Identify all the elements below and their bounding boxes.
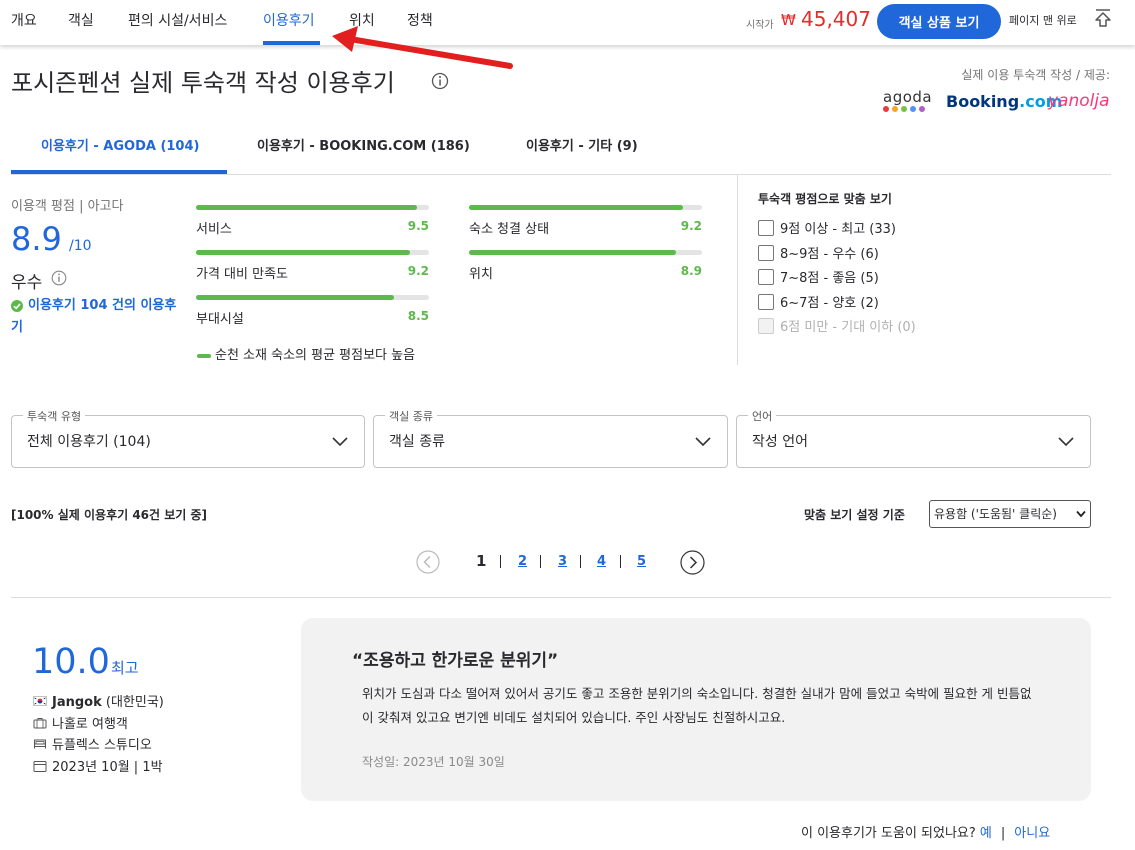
review-body: 위치가 도심과 다소 떨어져 있어서 공기도 좋고 조용한 분위기의 숙소입니다… [362, 686, 1032, 725]
tab-rooms[interactable]: 객실 [68, 10, 94, 30]
checkbox[interactable] [758, 219, 774, 236]
separator [540, 555, 541, 568]
provider-label: 실제 이용 투숙객 작성 / 제공: [961, 68, 1110, 82]
select-legend: 언어 [748, 408, 777, 424]
annotation-arrow-icon [332, 26, 513, 69]
separator: | [1000, 826, 1006, 841]
separator [500, 555, 501, 568]
divider [11, 174, 1111, 175]
divider [11, 597, 1111, 598]
page-link[interactable]: 2 [518, 554, 527, 569]
checkbox [758, 317, 774, 334]
active-tab-indicator [263, 41, 320, 45]
language-select[interactable]: 언어 작성 언어 [736, 408, 1091, 468]
checkbox[interactable] [758, 293, 774, 310]
score-filter-6to7[interactable]: 6~7점 - 양호 (2) [758, 292, 879, 312]
tab-overview[interactable]: 개요 [11, 10, 37, 30]
suitcase-icon [33, 717, 47, 728]
info-icon[interactable] [51, 270, 67, 286]
review-score: 10.0 [32, 642, 110, 682]
review-card: “조용하고 한가로운 분위기” 위치가 도심과 다소 떨어져 있어서 공기도 좋… [301, 618, 1091, 801]
agoda-logo: agoda [883, 88, 932, 112]
separator [580, 555, 581, 568]
divider [737, 175, 738, 365]
tab-facilities[interactable]: 편의 시설/서비스 [128, 10, 227, 30]
next-page-icon[interactable] [680, 550, 705, 575]
chevron-down-icon [695, 437, 711, 447]
score-source-label: 이용객 평점 | 아고다 [11, 199, 124, 214]
overall-score-max: /10 [69, 238, 92, 254]
price-label: 시작가 [746, 20, 774, 31]
helpful-yes-link[interactable]: 예 [980, 826, 992, 841]
top-navigation: 개요 객실 편의 시설/서비스 이용후기 위치 정책 시작가 ₩ 45,407 … [0, 0, 1135, 45]
review-score-word: 최고 [111, 659, 139, 677]
score-filter-title: 투숙객 평점으로 맞춤 보기 [758, 192, 892, 206]
tab-other-reviews[interactable]: 이용후기 - 기타 (9) [526, 135, 638, 154]
sort-label: 맞춤 보기 설정 기준 [804, 508, 905, 522]
helpful-question: 이 이용후기가 도움이 되었나요? [801, 826, 976, 841]
separator [620, 555, 621, 568]
score-filter-9plus[interactable]: 9점 이상 - 최고 (33) [758, 218, 896, 238]
helpful-no-link[interactable]: 아니요 [1014, 826, 1050, 841]
price-value: 45,407 [801, 7, 871, 31]
checkbox[interactable] [758, 244, 774, 261]
checkbox[interactable] [758, 268, 774, 285]
traveler-type-select[interactable]: 투숙객 유형 전체 이용후기 (104) [11, 408, 365, 468]
tab-booking-reviews[interactable]: 이용후기 - BOOKING.COM (186) [257, 135, 470, 154]
overall-score-word: 우수 [11, 273, 43, 293]
page-link[interactable]: 5 [637, 554, 646, 569]
page-link[interactable]: 3 [558, 554, 567, 569]
bed-icon [34, 739, 46, 748]
select-value: 전체 이용후기 (104) [27, 434, 151, 450]
select-value: 객실 종류 [389, 434, 445, 450]
legend-swatch [197, 353, 211, 358]
tab-reviews[interactable]: 이용후기 [263, 10, 315, 30]
page-current: 1 [476, 552, 487, 570]
review-count-note: [100% 실제 이용후기 46건 보기 중] [11, 508, 208, 522]
overall-score: 8.9 [11, 220, 62, 258]
info-icon[interactable] [431, 72, 449, 90]
calendar-icon [33, 760, 47, 772]
room-type-select[interactable]: 객실 종류 객실 종류 [373, 408, 728, 468]
back-to-top-link[interactable]: 페이지 맨 위로 [1009, 12, 1077, 28]
reviewer-name: Jangok (대한민국) [33, 691, 164, 710]
tab-agoda-reviews[interactable]: 이용후기 - AGODA (104) [41, 135, 199, 154]
review-count-link[interactable]: 이용후기 104 건의 이용후기 [11, 295, 183, 339]
select-legend: 객실 종류 [385, 408, 437, 424]
view-rooms-button[interactable]: 객실 상품 보기 [877, 4, 1001, 39]
chevron-down-icon [1076, 510, 1086, 518]
traveler-type: 나홀로 여행객 [33, 713, 128, 732]
score-filter-7to8[interactable]: 7~8점 - 좋음 (5) [758, 267, 879, 287]
chevron-down-icon [1058, 437, 1074, 447]
booking-logo: Booking.com [946, 92, 1063, 111]
korea-flag-icon [33, 695, 47, 706]
previous-page-icon[interactable] [416, 550, 440, 574]
select-legend: 투숙객 유형 [23, 408, 86, 424]
score-filter-8to9[interactable]: 8~9점 - 우수 (6) [758, 243, 879, 263]
score-filter-below6: 6점 미만 - 기대 이하 (0) [758, 316, 916, 336]
chevron-down-icon [332, 437, 348, 447]
arrow-up-icon[interactable] [1094, 8, 1112, 28]
stay-period: 2023년 10월 | 1박 [33, 756, 163, 775]
sort-select[interactable]: 유용함 ('도움됨' 클릭순) [929, 500, 1091, 528]
review-title: “조용하고 한가로운 분위기” [352, 651, 559, 671]
helpful-prompt: 이 이용후기가 도움이 되었나요? 예 | 아니요 [801, 822, 1050, 841]
price-currency: ₩ [781, 11, 796, 29]
yanolja-logo: yanolja [1048, 91, 1110, 111]
comparison-note: 순천 소재 숙소의 평균 평점보다 높음 [197, 344, 415, 363]
page-link[interactable]: 4 [597, 554, 606, 569]
review-date: 작성일: 2023년 10월 30일 [362, 755, 505, 769]
room-type: 듀플렉스 스튜디오 [33, 734, 152, 753]
select-value: 작성 언어 [752, 434, 808, 450]
